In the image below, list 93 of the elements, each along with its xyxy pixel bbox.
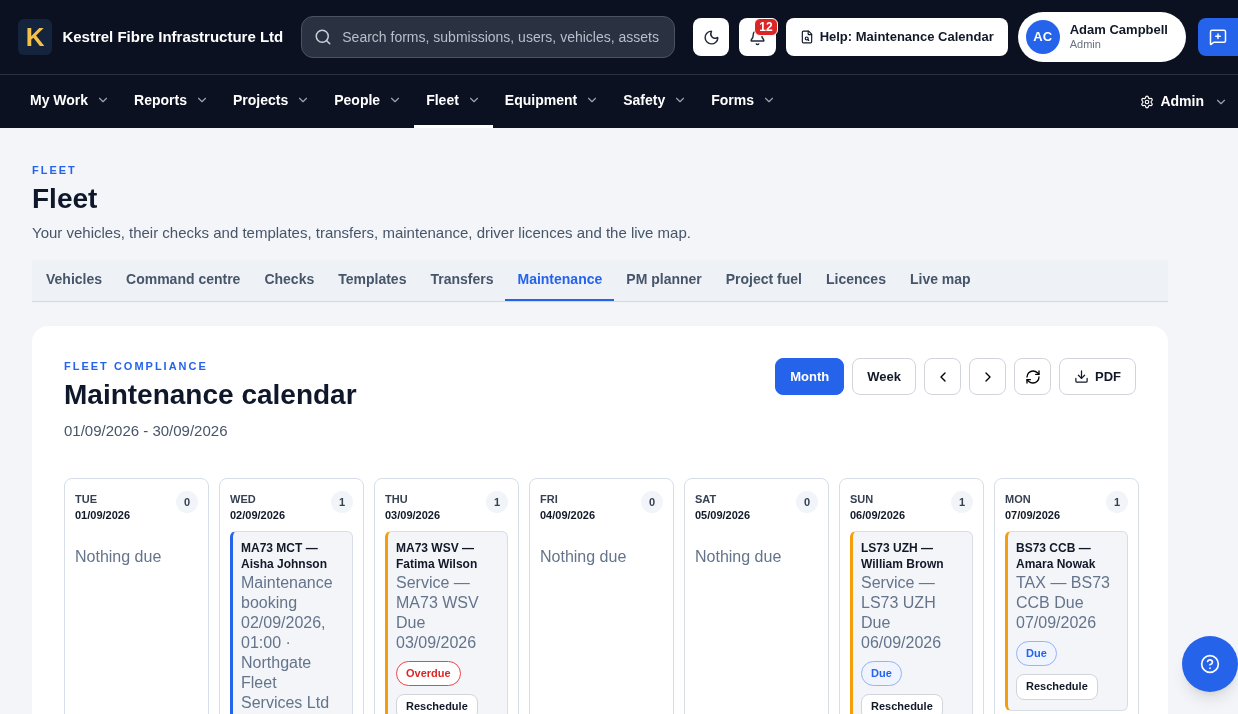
nav-menu-item[interactable]: Safety [611,75,700,128]
event-count: 1 [951,491,973,513]
weekday-label: SAT [695,492,718,507]
nav-menu-item[interactable]: Forms [699,75,788,128]
section-tab[interactable]: Licences [814,260,898,301]
day-date: 06/09/2026 [850,508,906,523]
weekday-label: TUE [75,492,98,507]
empty-day-text: Nothing due [75,547,163,567]
weekday-label: MON [1005,492,1032,507]
theme-toggle-button[interactable] [693,18,730,56]
new-message-button[interactable] [1198,18,1238,56]
user-menu-button[interactable]: AC Adam Campbell Admin [1017,12,1186,62]
day-date: 07/09/2026 [1005,508,1061,523]
event-count: 0 [796,491,818,513]
notification-count: 12 [754,18,778,36]
section-tab[interactable]: Templates [326,260,419,301]
empty-day-text: Nothing due [695,547,783,567]
search-field[interactable]: Search forms, submissions, users, vehicles, assets [301,16,676,58]
pdf-button[interactable]: PDF [1059,358,1136,395]
date-range: 01/09/2026 - 30/09/2026 [64,420,229,441]
status-badge: Overdue [396,661,461,686]
day-date: 02/09/2026 [230,508,286,523]
event-count: 1 [331,491,353,513]
nav-menu-item[interactable]: Equipment [492,75,612,128]
weekday-label: THU [385,492,409,507]
event-detail: Maintenance booking 02/09/2026, 01:00 · Northgate Fleet Services Ltd [241,573,334,713]
status-badge: Due [861,661,902,686]
refresh-icon [1024,368,1041,385]
view-toggle[interactable]: Month [775,358,845,395]
event-count: 1 [486,491,508,513]
search-input[interactable]: Search forms, submissions, users, vehicles, assets [342,26,663,48]
event-title: MA73 MCT — Aisha Johnson [241,540,328,572]
calendar-eyebrow: FLEET COMPLIANCE [64,359,209,374]
nav-menu-item[interactable]: People [322,75,415,128]
day-date: 04/09/2026 [540,508,596,523]
event-detail: Service — LS73 UZH Due 06/09/2026 [861,573,943,653]
page-title: Fleet [32,181,99,216]
section-tab[interactable]: Command centre [114,260,253,301]
logo-icon: K [18,19,53,55]
day-date: 05/09/2026 [695,508,751,523]
help-button[interactable]: Help: Maintenance Calendar [785,18,1008,56]
event-card[interactable]: BS73 CCB — Amara Nowak TAX — BS73 CCB Due 07/09/2026 Due Reschedule [1005,531,1128,711]
view-toggle[interactable]: Week [852,358,916,395]
message-plus-icon [1209,28,1227,46]
user-role: Admin [1069,38,1101,52]
moon-icon [702,28,720,46]
event-detail: TAX — BS73 CCB Due 07/09/2026 [1016,573,1111,633]
weekday-label: SUN [850,492,875,507]
calendar-title: Maintenance calendar [64,377,357,412]
nav-menu-item[interactable]: Projects [221,75,323,128]
reschedule-button[interactable]: Reschedule [1016,673,1098,700]
nav-menu-item[interactable]: Fleet [414,75,493,128]
reschedule-button[interactable]: Reschedule [396,693,478,714]
settings-icon [1140,94,1155,109]
event-count: 0 [176,491,198,513]
reschedule-button[interactable]: Reschedule [861,693,943,714]
section-tab[interactable]: Maintenance [505,260,615,301]
section-tab[interactable]: Checks [252,260,327,301]
admin-menu[interactable]: Admin [1140,75,1228,128]
event-card[interactable]: MA73 MCT — Aisha Johnson Maintenance booking 02/09/2026, 01:00 · Northgate Fleet Services Ltd [230,531,353,714]
notifications-button[interactable]: 12 [739,18,776,56]
section-tab[interactable]: Project fuel [713,260,814,301]
page-eyebrow: FLEET [32,163,78,178]
nav-menu-item[interactable]: Reports [122,75,221,128]
event-title: LS73 UZH — William Brown [861,540,945,572]
section-tab[interactable]: Vehicles [34,260,115,301]
empty-day-text: Nothing due [540,547,628,567]
help-icon [1200,654,1220,674]
event-count: 0 [641,491,663,513]
day-date: 01/09/2026 [75,508,131,523]
section-tab[interactable]: Live map [897,260,983,301]
download-icon [1074,369,1089,384]
user-name: Adam Campbell [1069,22,1168,39]
document-icon [799,30,814,44]
user-avatar: AC [1025,20,1060,54]
search-icon [314,28,333,46]
event-title: MA73 WSV — Fatima Wilson [396,540,479,572]
status-badge: Due [1016,641,1057,666]
event-card[interactable]: MA73 WSV — Fatima Wilson Service — MA73 WSV Due 03/09/2026 Overdue Reschedule [385,531,508,714]
event-card[interactable]: LS73 UZH — William Brown Service — LS73 UZH Due 06/09/2026 Due Reschedule [850,531,973,714]
event-detail: Service — MA73 WSV Due 03/09/2026 [396,573,480,653]
refresh-button[interactable] [1014,358,1051,395]
weekday-label: WED [230,492,257,507]
nav-menu-item[interactable]: My Work [18,75,123,128]
section-tab[interactable]: PM planner [614,260,714,301]
help-button[interactable] [1182,636,1238,692]
section-tab[interactable]: Transfers [418,260,506,301]
company-name: Kestrel Fibre Infrastructure Ltd [62,26,284,47]
event-title: BS73 CCB — Amara Nowak [1016,540,1097,572]
weekday-label: FRI [540,492,559,507]
event-count: 1 [1106,491,1128,513]
day-date: 03/09/2026 [385,508,441,523]
page-description: Your vehicles, their checks and templates, transfers, maintenance, driver licences and the live map. [32,222,692,243]
